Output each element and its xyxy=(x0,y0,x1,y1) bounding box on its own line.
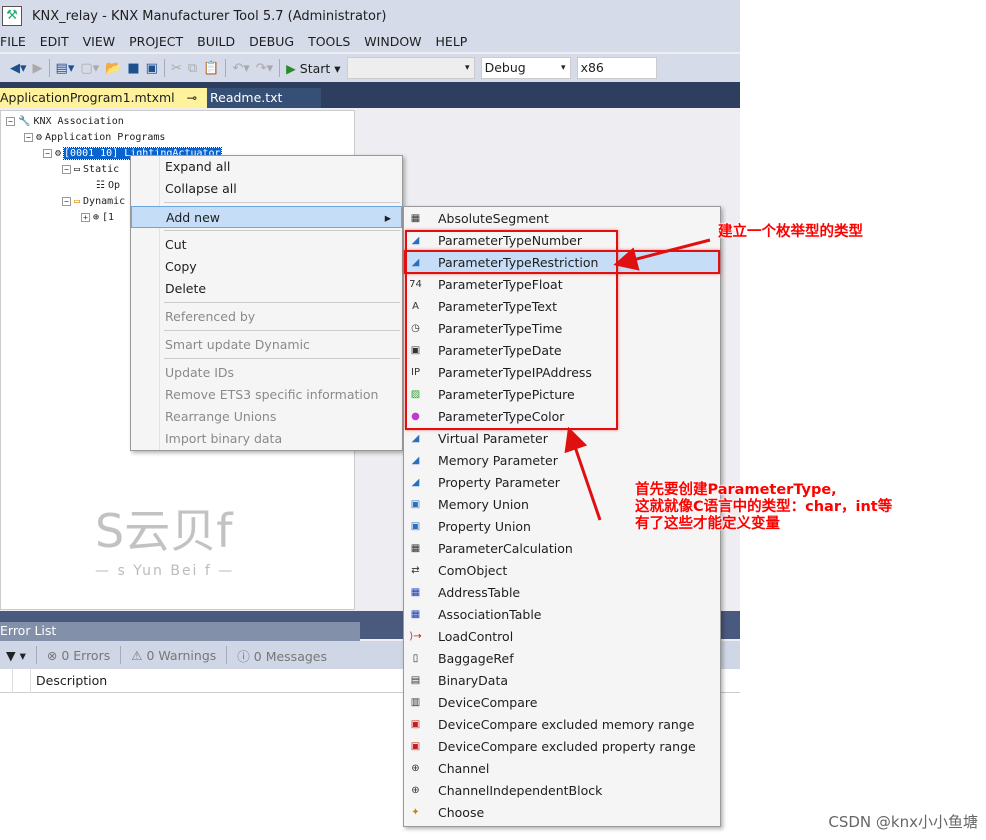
annotation-line: 有了这些才能定义变量 xyxy=(635,516,780,532)
annotation-top: 建立一个枚举型的类型 xyxy=(718,224,863,240)
arrow xyxy=(613,238,711,271)
annotation-bottom: 首先要创建ParameterType, 这就就像C语言中的类型：char，int… xyxy=(635,482,892,533)
arrow xyxy=(564,426,602,521)
annotation-line: 首先要创建ParameterType, xyxy=(635,482,837,498)
annotation-arrows xyxy=(564,238,711,521)
credit-watermark: CSDN @knx小小鱼塘 xyxy=(828,813,978,831)
annotation-line: 这就就像C语言中的类型：char，int等 xyxy=(635,499,893,515)
